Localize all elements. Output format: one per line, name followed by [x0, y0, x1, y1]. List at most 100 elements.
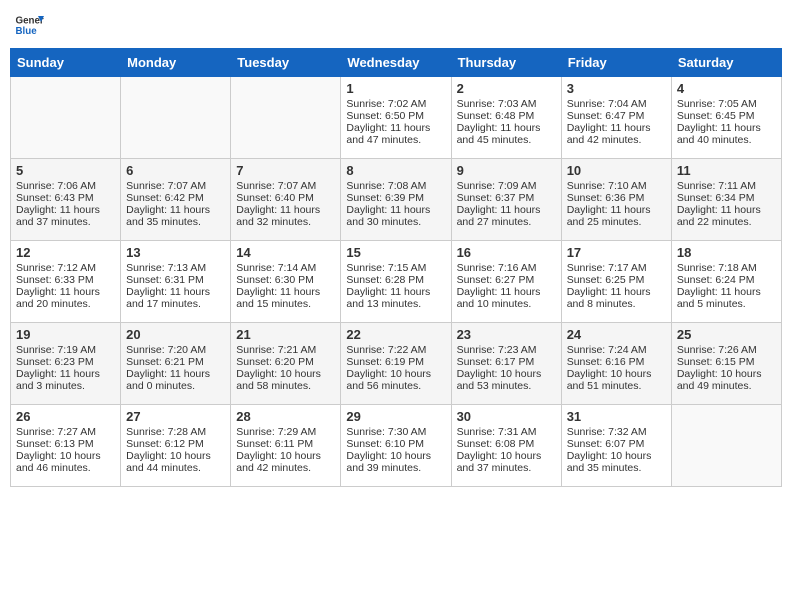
- day-info-line: Sunrise: 7:11 AM: [677, 180, 776, 192]
- day-info-line: and 58 minutes.: [236, 380, 335, 392]
- calendar-cell: 13Sunrise: 7:13 AMSunset: 6:31 PMDayligh…: [121, 241, 231, 323]
- day-number: 4: [677, 81, 776, 96]
- day-info-line: Daylight: 11 hours: [346, 204, 445, 216]
- day-info-line: Sunrise: 7:17 AM: [567, 262, 666, 274]
- calendar-cell: 7Sunrise: 7:07 AMSunset: 6:40 PMDaylight…: [231, 159, 341, 241]
- day-info-line: Sunset: 6:23 PM: [16, 356, 115, 368]
- day-info-line: Sunset: 6:13 PM: [16, 438, 115, 450]
- day-info-line: and 44 minutes.: [126, 462, 225, 474]
- calendar-cell: 2Sunrise: 7:03 AMSunset: 6:48 PMDaylight…: [451, 77, 561, 159]
- day-info-line: Daylight: 11 hours: [677, 122, 776, 134]
- day-info-line: and 3 minutes.: [16, 380, 115, 392]
- weekday-header: Friday: [561, 49, 671, 77]
- day-info-line: Daylight: 11 hours: [126, 286, 225, 298]
- calendar-cell: 8Sunrise: 7:08 AMSunset: 6:39 PMDaylight…: [341, 159, 451, 241]
- weekday-header: Tuesday: [231, 49, 341, 77]
- day-info-line: and 49 minutes.: [677, 380, 776, 392]
- day-info-line: Sunrise: 7:28 AM: [126, 426, 225, 438]
- logo: General Blue: [14, 10, 44, 40]
- day-number: 25: [677, 327, 776, 342]
- day-info-line: and 45 minutes.: [457, 134, 556, 146]
- day-info-line: Daylight: 10 hours: [16, 450, 115, 462]
- day-info-line: Sunrise: 7:23 AM: [457, 344, 556, 356]
- calendar-week-row: 12Sunrise: 7:12 AMSunset: 6:33 PMDayligh…: [11, 241, 782, 323]
- day-info-line: Daylight: 11 hours: [346, 122, 445, 134]
- day-info-line: Daylight: 10 hours: [677, 368, 776, 380]
- day-number: 3: [567, 81, 666, 96]
- day-info-line: Daylight: 11 hours: [16, 204, 115, 216]
- calendar-cell: 20Sunrise: 7:20 AMSunset: 6:21 PMDayligh…: [121, 323, 231, 405]
- calendar-cell: 11Sunrise: 7:11 AMSunset: 6:34 PMDayligh…: [671, 159, 781, 241]
- day-info-line: and 15 minutes.: [236, 298, 335, 310]
- calendar-cell: 16 Sunrise: 7:16 AMSunset: 6:27 PMDayligh…: [451, 241, 561, 323]
- day-info-line: Sunrise: 7:02 AM: [346, 98, 445, 110]
- day-info-line: Daylight: 10 hours: [346, 368, 445, 380]
- day-info-line: Daylight: 11 hours: [16, 286, 115, 298]
- calendar-cell: 22Sunrise: 7:22 AMSunset: 6:19 PMDayligh…: [341, 323, 451, 405]
- day-info-line: Daylight: 10 hours: [457, 368, 556, 380]
- day-info-line: and 8 minutes.: [567, 298, 666, 310]
- calendar-cell: 3Sunrise: 7:04 AMSunset: 6:47 PMDaylight…: [561, 77, 671, 159]
- calendar-cell: 31Sunrise: 7:32 AMSunset: 6:07 PMDayligh…: [561, 405, 671, 487]
- day-info-line: and 0 minutes.: [126, 380, 225, 392]
- calendar-cell: 19Sunrise: 7:19 AMSunset: 6:23 PMDayligh…: [11, 323, 121, 405]
- day-info-line: Sunset: 6:24 PM: [677, 274, 776, 286]
- day-number: 19: [16, 327, 115, 342]
- day-info-line: and 37 minutes.: [16, 216, 115, 228]
- day-info-line: Daylight: 11 hours: [126, 204, 225, 216]
- day-info-line: Sunrise: 7:12 AM: [16, 262, 115, 274]
- day-info-line: Sunset: 6:16 PM: [567, 356, 666, 368]
- day-info-line: and 13 minutes.: [346, 298, 445, 310]
- day-info-line: and 10 minutes.: [457, 298, 556, 310]
- day-info-line: Sunset: 6:36 PM: [567, 192, 666, 204]
- day-number: 20: [126, 327, 225, 342]
- day-info-line: Sunset: 6:10 PM: [346, 438, 445, 450]
- day-info-line: Daylight: 11 hours: [236, 204, 335, 216]
- calendar-cell: 24Sunrise: 7:24 AMSunset: 6:16 PMDayligh…: [561, 323, 671, 405]
- day-number: 27: [126, 409, 225, 424]
- calendar-cell: [11, 77, 121, 159]
- day-info-line: and 20 minutes.: [16, 298, 115, 310]
- day-info-line: Sunset: 6:39 PM: [346, 192, 445, 204]
- calendar-cell: 1Sunrise: 7:02 AMSunset: 6:50 PMDaylight…: [341, 77, 451, 159]
- day-number: 12: [16, 245, 115, 260]
- day-number: 16: [457, 245, 556, 260]
- day-info-line: Sunrise: 7:18 AM: [677, 262, 776, 274]
- day-info-line: Daylight: 11 hours: [126, 368, 225, 380]
- day-info-line: Sunset: 6:42 PM: [126, 192, 225, 204]
- day-number: 23: [457, 327, 556, 342]
- day-info-line: and 22 minutes.: [677, 216, 776, 228]
- day-info-line: Sunrise: 7:08 AM: [346, 180, 445, 192]
- calendar-week-row: 5Sunrise: 7:06 AMSunset: 6:43 PMDaylight…: [11, 159, 782, 241]
- page-header: General Blue: [10, 10, 782, 40]
- day-info-line: Daylight: 11 hours: [567, 286, 666, 298]
- day-info-line: Daylight: 11 hours: [236, 286, 335, 298]
- day-info-line: Sunrise: 7:24 AM: [567, 344, 666, 356]
- day-info-line: Sunrise: 7:07 AM: [126, 180, 225, 192]
- day-info-line: Sunrise: 7:16 AM: [457, 262, 556, 274]
- day-info-line: and 17 minutes.: [126, 298, 225, 310]
- day-number: 11: [677, 163, 776, 178]
- calendar-cell: 12 Sunrise: 7:12 AMSunset: 6:33 PMDayligh…: [11, 241, 121, 323]
- calendar-cell: [671, 405, 781, 487]
- day-info-line: Sunrise: 7:32 AM: [567, 426, 666, 438]
- day-number: 28: [236, 409, 335, 424]
- calendar-cell: 9Sunrise: 7:09 AMSunset: 6:37 PMDaylight…: [451, 159, 561, 241]
- logo-icon: General Blue: [14, 10, 44, 40]
- weekday-header: Thursday: [451, 49, 561, 77]
- calendar-cell: [231, 77, 341, 159]
- weekday-header: Wednesday: [341, 49, 451, 77]
- day-info-line: Sunset: 6:27 PM: [457, 274, 556, 286]
- day-number: 1: [346, 81, 445, 96]
- day-info-line: Sunset: 6:40 PM: [236, 192, 335, 204]
- weekday-header: Sunday: [11, 49, 121, 77]
- day-info-line: Sunset: 6:17 PM: [457, 356, 556, 368]
- day-info-line: Sunset: 6:33 PM: [16, 274, 115, 286]
- day-info-line: Sunset: 6:43 PM: [16, 192, 115, 204]
- day-info-line: Daylight: 10 hours: [236, 450, 335, 462]
- day-info-line: Daylight: 11 hours: [457, 286, 556, 298]
- day-info-line: Sunset: 6:20 PM: [236, 356, 335, 368]
- day-info-line: Sunset: 6:21 PM: [126, 356, 225, 368]
- day-info-line: Daylight: 11 hours: [457, 204, 556, 216]
- calendar-cell: [121, 77, 231, 159]
